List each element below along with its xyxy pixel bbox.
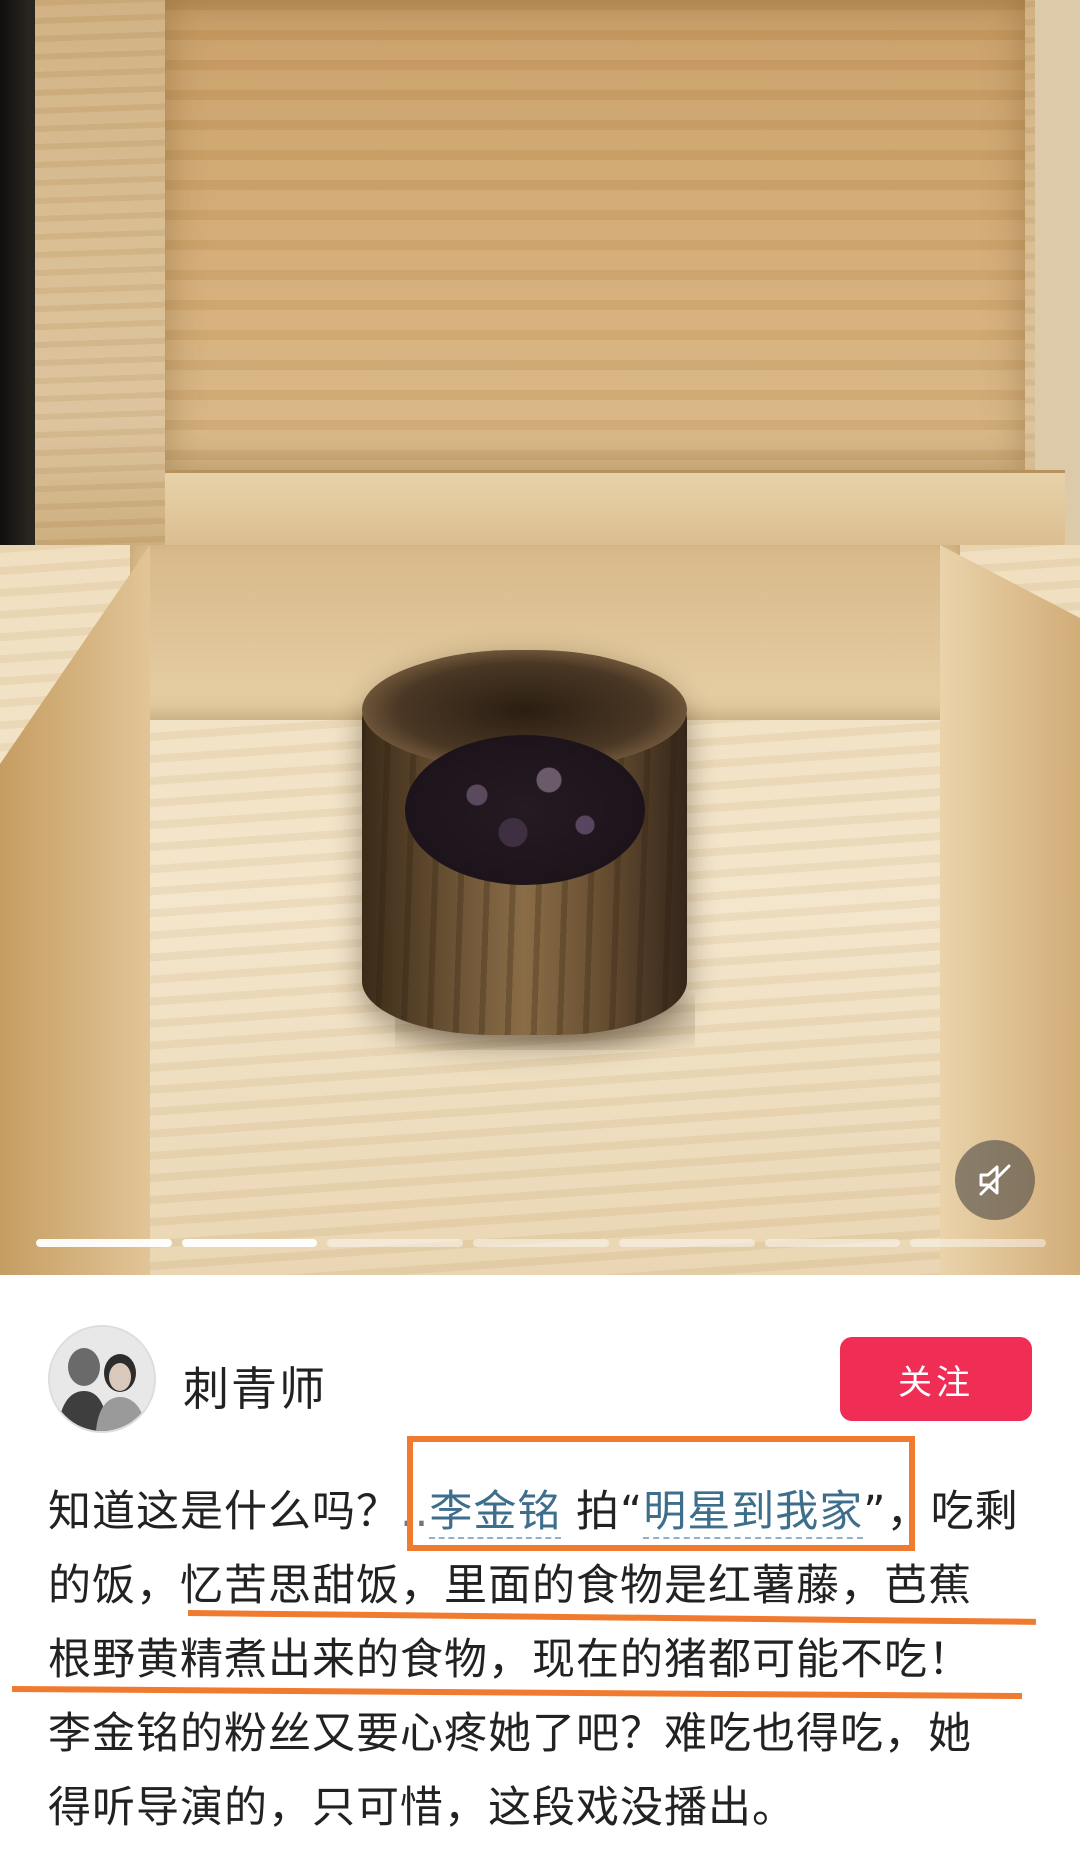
avatar[interactable] xyxy=(48,1325,156,1433)
box-left-wall xyxy=(0,545,150,1275)
author-name[interactable]: 刺青师 xyxy=(183,1353,327,1419)
pot-food xyxy=(405,735,645,885)
box-lid xyxy=(35,0,1065,563)
progress-segment xyxy=(618,1239,755,1247)
post-line: 根野黄精煮出来的食物，现在的猪都可能不吃！ xyxy=(48,1635,972,1685)
speaker-muted-icon xyxy=(979,1164,1011,1196)
highlight-box xyxy=(407,1436,915,1551)
follow-button[interactable]: 关注 xyxy=(840,1337,1032,1421)
media-progress-indicator xyxy=(36,1239,1047,1249)
progress-segment xyxy=(473,1239,609,1247)
avatar-image xyxy=(50,1327,154,1431)
progress-segment xyxy=(910,1239,1047,1247)
post-text-segment: 知道这是什么吗？ xyxy=(48,1487,400,1537)
author-row: 刺青师 关注 xyxy=(48,1325,1038,1435)
mute-button[interactable] xyxy=(955,1140,1035,1220)
progress-segment xyxy=(181,1239,318,1247)
progress-segment xyxy=(327,1239,464,1247)
post-media[interactable] xyxy=(0,0,1080,1275)
progress-segment xyxy=(764,1239,901,1247)
post-line: 李金铭的粉丝又要心疼她了吧？难吃也得吃，她 xyxy=(48,1709,972,1759)
box-lid-inner-panel xyxy=(165,0,1025,470)
post-line: 得听导演的，只可惜，这段戏没播出。 xyxy=(48,1783,796,1833)
progress-segment xyxy=(36,1239,172,1247)
